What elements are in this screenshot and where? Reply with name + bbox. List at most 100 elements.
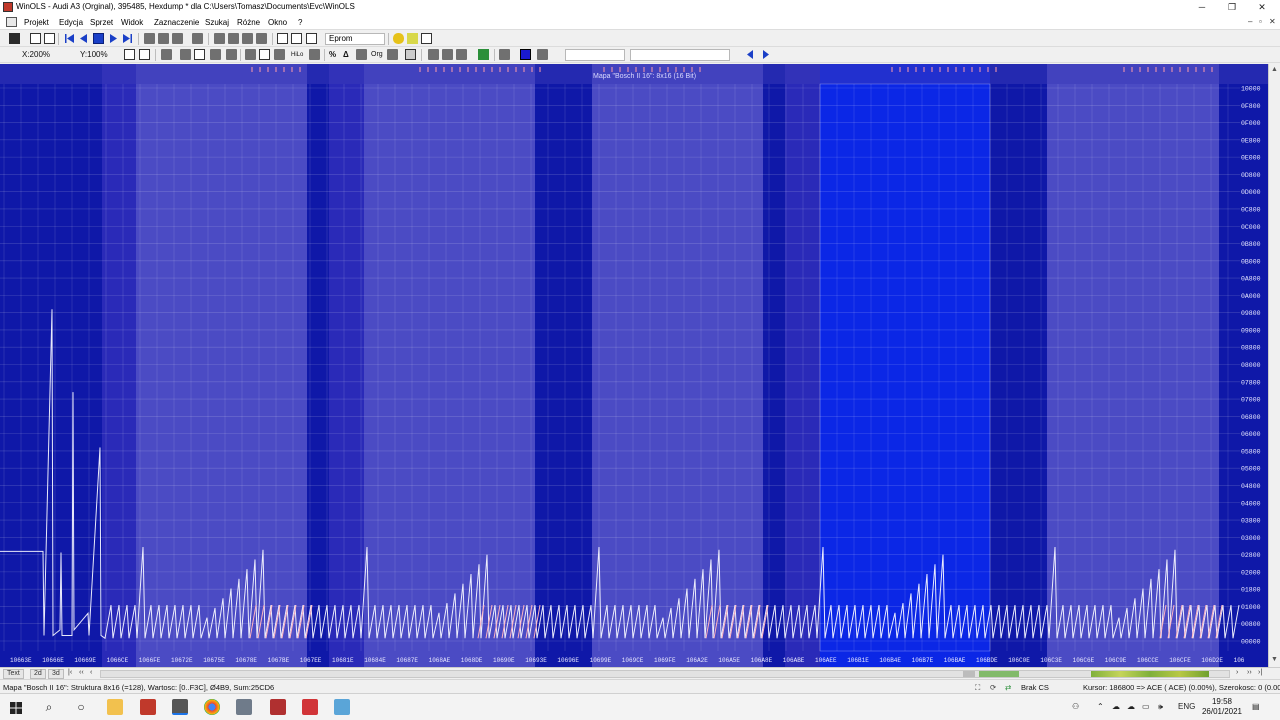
- tab-2d[interactable]: 2d: [30, 669, 46, 679]
- cloud-icon[interactable]: ☁: [1127, 702, 1135, 711]
- tray-chevron-icon[interactable]: ⌃: [1097, 702, 1104, 711]
- sort-icon[interactable]: [537, 49, 548, 60]
- delta-icon[interactable]: Δ: [343, 49, 349, 61]
- org-label[interactable]: Org: [371, 49, 383, 61]
- save-icon[interactable]: [44, 33, 55, 44]
- v-app-icon[interactable]: [302, 699, 318, 715]
- mdi-minimize-button[interactable]: –: [1248, 17, 1252, 26]
- width-increase-icon[interactable]: [180, 49, 191, 60]
- search-icon[interactable]: ⌕: [41, 699, 57, 715]
- columns-icon[interactable]: [194, 49, 205, 60]
- arrow-left-icon[interactable]: [214, 33, 225, 44]
- mdi-close-button[interactable]: ✕: [1269, 17, 1276, 26]
- scroll-left-icon[interactable]: [745, 49, 756, 60]
- nav-prev-icon[interactable]: ‹: [90, 669, 92, 676]
- view-text-icon[interactable]: [124, 49, 135, 60]
- restore-button[interactable]: ❐: [1217, 0, 1247, 15]
- document-icon[interactable]: [6, 17, 17, 27]
- diff-icon[interactable]: [387, 49, 398, 60]
- menu-widok[interactable]: Widok: [121, 18, 143, 27]
- last-icon[interactable]: [122, 33, 133, 44]
- menu-zaznaczenie[interactable]: Zaznaczenie: [154, 18, 199, 27]
- cube-app-icon[interactable]: [236, 699, 252, 715]
- frame-icon[interactable]: [405, 49, 416, 60]
- swap-icon[interactable]: [309, 49, 320, 60]
- menu-szukaj[interactable]: Szukaj: [205, 18, 229, 27]
- arrow-right-icon[interactable]: [256, 33, 267, 44]
- open-icon[interactable]: [30, 33, 41, 44]
- tab-text[interactable]: Text: [3, 669, 24, 679]
- filter-icon[interactable]: [291, 33, 302, 44]
- winols-task-icon[interactable]: [172, 699, 188, 715]
- nav-next-page-icon[interactable]: ››: [1247, 669, 1252, 676]
- find-next-icon[interactable]: [456, 49, 467, 60]
- range-combo[interactable]: [630, 49, 730, 61]
- checksum-icon[interactable]: [277, 33, 288, 44]
- list-icon[interactable]: [144, 33, 155, 44]
- tool-icon[interactable]: [192, 33, 203, 44]
- eprom-combo[interactable]: Eprom: [325, 33, 385, 45]
- menu-projekt[interactable]: Projekt: [24, 18, 49, 27]
- zoom-y-spinner[interactable]: Y:100%: [80, 49, 108, 61]
- windows-start-icon[interactable]: [10, 702, 22, 714]
- zoom-x-spinner[interactable]: X:200%: [22, 49, 50, 61]
- paste-icon[interactable]: [172, 33, 183, 44]
- bits-icon[interactable]: [226, 49, 237, 60]
- copy-icon[interactable]: [158, 33, 169, 44]
- clock[interactable]: 19:58 26/01/2021: [1202, 697, 1242, 717]
- tuning-app-icon[interactable]: [270, 699, 286, 715]
- menu-help[interactable]: ?: [298, 18, 302, 27]
- chip-icon[interactable]: [9, 33, 20, 44]
- menu-okno[interactable]: Okno: [268, 18, 287, 27]
- find-icon[interactable]: [442, 49, 453, 60]
- people-icon[interactable]: ⚇: [1072, 702, 1079, 711]
- grid-icon[interactable]: [274, 49, 285, 60]
- view-hex-icon[interactable]: [139, 49, 150, 60]
- previous-icon[interactable]: [78, 33, 89, 44]
- scroll-up-icon[interactable]: ▲: [1271, 66, 1278, 73]
- graph-canvas[interactable]: 10000 0F800 0F000 0E800 0E000 0D800 0D000 0C800…: [0, 64, 1268, 667]
- color-picker-icon[interactable]: [520, 49, 531, 60]
- stop-icon[interactable]: [93, 33, 104, 44]
- map-icon[interactable]: [478, 49, 489, 60]
- search-map-icon[interactable]: [428, 49, 439, 60]
- next-icon[interactable]: [108, 33, 119, 44]
- help-icon[interactable]: [421, 33, 432, 44]
- nav-prev-page-icon[interactable]: ‹‹: [79, 669, 84, 676]
- scroll-down-icon[interactable]: ▼: [1271, 656, 1278, 663]
- nav-next-icon[interactable]: ›: [1236, 669, 1238, 676]
- language-indicator[interactable]: ENG: [1178, 702, 1195, 711]
- volume-icon[interactable]: 🕪: [1158, 702, 1163, 712]
- horizontal-scrollbar[interactable]: [100, 670, 1230, 678]
- project-icon[interactable]: [306, 33, 317, 44]
- onedrive-icon[interactable]: ☁: [1112, 702, 1120, 711]
- menu-rozne[interactable]: Różne: [237, 18, 260, 27]
- mdi-restore-button[interactable]: ▫: [1259, 17, 1262, 26]
- rows-icon[interactable]: [210, 49, 221, 60]
- menu-edycja[interactable]: Edycja: [59, 18, 83, 27]
- layout-icon[interactable]: [499, 49, 510, 60]
- task-view-icon[interactable]: ○: [73, 699, 89, 715]
- percent-icon[interactable]: %: [329, 49, 336, 61]
- width-decrease-icon[interactable]: [161, 49, 172, 60]
- hilo-label[interactable]: HiLo: [291, 49, 303, 61]
- gear-icon[interactable]: [228, 33, 239, 44]
- close-button[interactable]: ✕: [1247, 0, 1277, 15]
- notifications-icon[interactable]: ▤: [1252, 702, 1260, 711]
- nav-first-icon[interactable]: |‹: [68, 669, 72, 676]
- offset-combo[interactable]: [565, 49, 625, 61]
- align2-icon[interactable]: [259, 49, 270, 60]
- nav-last-icon[interactable]: ›|: [1258, 669, 1262, 676]
- monitor-icon[interactable]: ▭: [1142, 702, 1150, 711]
- scroll-right-icon[interactable]: [760, 49, 771, 60]
- align-icon[interactable]: [245, 49, 256, 60]
- window-app-icon[interactable]: [334, 699, 350, 715]
- menu-sprzet[interactable]: Sprzet: [90, 18, 113, 27]
- scrollbar-thumb[interactable]: [963, 671, 975, 677]
- hint-icon[interactable]: [393, 33, 404, 44]
- chrome-icon[interactable]: [204, 699, 220, 715]
- first-icon[interactable]: [64, 33, 75, 44]
- vertical-scrollbar[interactable]: ▲ ▼: [1268, 64, 1280, 667]
- mail-app-icon[interactable]: [140, 699, 156, 715]
- hex-icon[interactable]: [356, 49, 367, 60]
